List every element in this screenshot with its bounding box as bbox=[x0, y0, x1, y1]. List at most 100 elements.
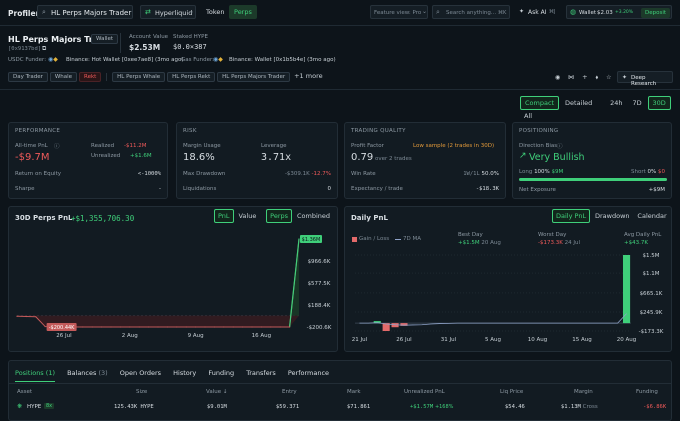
leverage-value: 3.71x bbox=[261, 152, 292, 163]
info-icon: ⓘ bbox=[557, 144, 563, 150]
eye-icon[interactable]: ◉ bbox=[555, 74, 560, 81]
worst-day-label: Worst Day bbox=[538, 232, 567, 238]
usdc-funder-value[interactable]: Binance: Hot Wallet [0xee7ae8] (3mo ago) bbox=[66, 57, 184, 63]
deep-research-button[interactable]: ✦ Deep Research bbox=[617, 71, 673, 87]
legend-ma-swatch bbox=[395, 239, 401, 240]
max-drawdown-label: Max Drawdown bbox=[183, 171, 226, 177]
col-value[interactable]: Value ↓ bbox=[206, 389, 227, 395]
pnl-data-point bbox=[289, 326, 291, 328]
pnl-line-chart[interactable]: $1.36M -$200.44K -$200.6K $188.4K $577.5K $96… bbox=[9, 231, 339, 351]
row-mark: $71.861 bbox=[347, 404, 371, 410]
daily-bar-chart[interactable]: -$173.3K $245.9K $665.1K $1.1M $1.5M 21 Jul 26… bbox=[345, 249, 673, 351]
daily-x-tick: 15 Aug bbox=[572, 337, 592, 343]
daily-x-tick: 26 Jul bbox=[396, 337, 412, 343]
pnl-y-tick: $188.4K bbox=[308, 303, 331, 309]
tag-rekt[interactable]: Rekt bbox=[79, 72, 102, 82]
topbar: Profiler ⌕ HL Perps Majors Trader ⇄ Hype… bbox=[0, 0, 680, 26]
ask-ai-button[interactable]: ✦ Ask AI ⌘J bbox=[516, 5, 562, 19]
tab-positions-count: (1) bbox=[45, 369, 55, 377]
pnl-x-tick: 9 Aug bbox=[188, 333, 204, 339]
feature-view-selector[interactable]: Feature view: Pro ⌄ bbox=[370, 5, 428, 19]
wallet-button[interactable]: ◍ Wallet $2.03 +3.20% Deposit bbox=[566, 5, 672, 19]
tag-icon[interactable]: ⬧ bbox=[595, 74, 598, 81]
pnl-data-point bbox=[35, 316, 37, 318]
deposit-button[interactable]: Deposit bbox=[641, 8, 671, 18]
toggle-perps[interactable]: Perps bbox=[266, 209, 293, 223]
detailed-toggle[interactable]: Detailed bbox=[561, 97, 596, 109]
pnl-data-point bbox=[242, 326, 244, 328]
tab-history[interactable]: History bbox=[173, 369, 196, 377]
tab-positions[interactable]: Positions (1) bbox=[15, 369, 55, 382]
toggle-calendar[interactable]: Calendar bbox=[634, 210, 669, 222]
tag-hl-perps-majors-trader[interactable]: HL Perps Majors Trader bbox=[217, 72, 291, 82]
tab-performance[interactable]: Performance bbox=[288, 369, 329, 377]
add-icon[interactable]: + bbox=[582, 73, 587, 81]
col-funding[interactable]: Funding bbox=[636, 389, 658, 395]
tab-balances[interactable]: Balances (3) bbox=[67, 369, 108, 377]
win-rate-label: Win Rate bbox=[351, 171, 376, 177]
profile-search-box[interactable]: ⌕ HL Perps Majors Trader bbox=[37, 5, 133, 19]
long-value: $9M bbox=[551, 169, 564, 175]
range-all[interactable]: All bbox=[520, 110, 536, 122]
compact-toggle[interactable]: Compact bbox=[520, 96, 560, 110]
worst-day-date: 24 Jul bbox=[564, 240, 580, 246]
leverage-label: Leverage bbox=[261, 143, 287, 149]
best-day-date: 20 Aug bbox=[481, 240, 501, 246]
best-day-value: +$1.5M bbox=[458, 240, 480, 246]
max-drawdown-value-group: -$309.1K -12.7% bbox=[285, 171, 331, 177]
wallet-change: +3.20% bbox=[615, 10, 634, 15]
copy-icon[interactable]: ⧉ bbox=[42, 45, 46, 53]
toggle-drawdown[interactable]: Drawdown bbox=[592, 210, 633, 222]
daily-y-tick: $665.1K bbox=[640, 291, 663, 297]
net-exposure-label: Net Exposure bbox=[519, 187, 556, 193]
range-24h[interactable]: 24h bbox=[606, 97, 626, 109]
share-icon[interactable]: ⋈ bbox=[568, 74, 574, 81]
tab-token[interactable]: Token bbox=[206, 8, 225, 16]
worst-day-group: -$173.3K 24 Jul bbox=[538, 240, 580, 246]
col-margin[interactable]: Margin bbox=[574, 389, 593, 395]
tab-perps[interactable]: Perps bbox=[229, 5, 257, 19]
pnl-y-tick: -$200.6K bbox=[307, 325, 332, 331]
realized-label: Realized bbox=[91, 143, 115, 149]
profile-search-value[interactable]: HL Perps Majors Trader bbox=[51, 9, 131, 17]
gas-funder-value[interactable]: Binance: Wallet [0x1b5b4e] (3mo ago) bbox=[229, 57, 336, 63]
toggle-pnl[interactable]: PnL bbox=[214, 209, 234, 223]
tab-open-orders[interactable]: Open Orders bbox=[120, 369, 161, 377]
roe-label: Return on Equity bbox=[15, 171, 61, 177]
row-asset[interactable]: HYPE bbox=[27, 404, 41, 410]
network-selector[interactable]: ⇄ Hyperliquid ⌄ bbox=[140, 5, 196, 19]
brand-logo[interactable]: Profiler bbox=[8, 9, 39, 18]
pnl-data-point bbox=[279, 326, 281, 328]
global-search-input[interactable]: ⌕ Search anything... ⌘K bbox=[432, 5, 510, 19]
pnl-data-point bbox=[119, 326, 121, 328]
tag-hl-perps-rekt[interactable]: HL Perps Rekt bbox=[167, 72, 216, 82]
col-mark[interactable]: Mark bbox=[347, 389, 361, 395]
col-asset[interactable]: Asset bbox=[17, 389, 32, 395]
wallet-price: $2.03 bbox=[597, 10, 613, 16]
row-size: 125.43K HYPE bbox=[114, 404, 154, 410]
tag-day-trader[interactable]: Day Trader bbox=[8, 72, 48, 82]
staked-hype-value: $0.0×387 bbox=[173, 43, 207, 51]
more-tags-link[interactable]: +1 more bbox=[294, 72, 323, 80]
col-liq[interactable]: Liq Price bbox=[500, 389, 523, 395]
toggle-combined[interactable]: Combined bbox=[294, 210, 333, 222]
ask-ai-shortcut: ⌘J bbox=[549, 9, 556, 15]
tag-whale[interactable]: Whale bbox=[49, 72, 78, 82]
tab-funding[interactable]: Funding bbox=[208, 369, 234, 377]
range-30d[interactable]: 30D bbox=[647, 96, 671, 110]
col-upnl[interactable]: Unrealized PnL bbox=[404, 389, 445, 395]
col-size[interactable]: Size bbox=[136, 389, 147, 395]
range-7d[interactable]: 7D bbox=[628, 97, 645, 109]
star-icon[interactable]: ☆ bbox=[606, 74, 611, 81]
tag-hl-perps-whale[interactable]: HL Perps Whale bbox=[112, 72, 166, 82]
toggle-daily-pnl[interactable]: Daily PnL bbox=[552, 209, 591, 223]
tag-divider bbox=[106, 72, 108, 81]
pnl-data-point bbox=[101, 326, 103, 328]
col-entry[interactable]: Entry bbox=[282, 389, 297, 395]
profile-address[interactable]: [0x9137bd] bbox=[8, 46, 41, 52]
pnl-chart-card: 30D Perps PnL +$1,355,706.30 PnL Value P… bbox=[8, 206, 338, 352]
toggle-value[interactable]: Value bbox=[235, 210, 259, 222]
chevron-down-icon: ⌄ bbox=[422, 8, 428, 15]
daily-chart-card: Daily PnL Daily PnL Drawdown Calendar Ga… bbox=[344, 206, 672, 352]
tab-transfers[interactable]: Transfers bbox=[246, 369, 276, 377]
